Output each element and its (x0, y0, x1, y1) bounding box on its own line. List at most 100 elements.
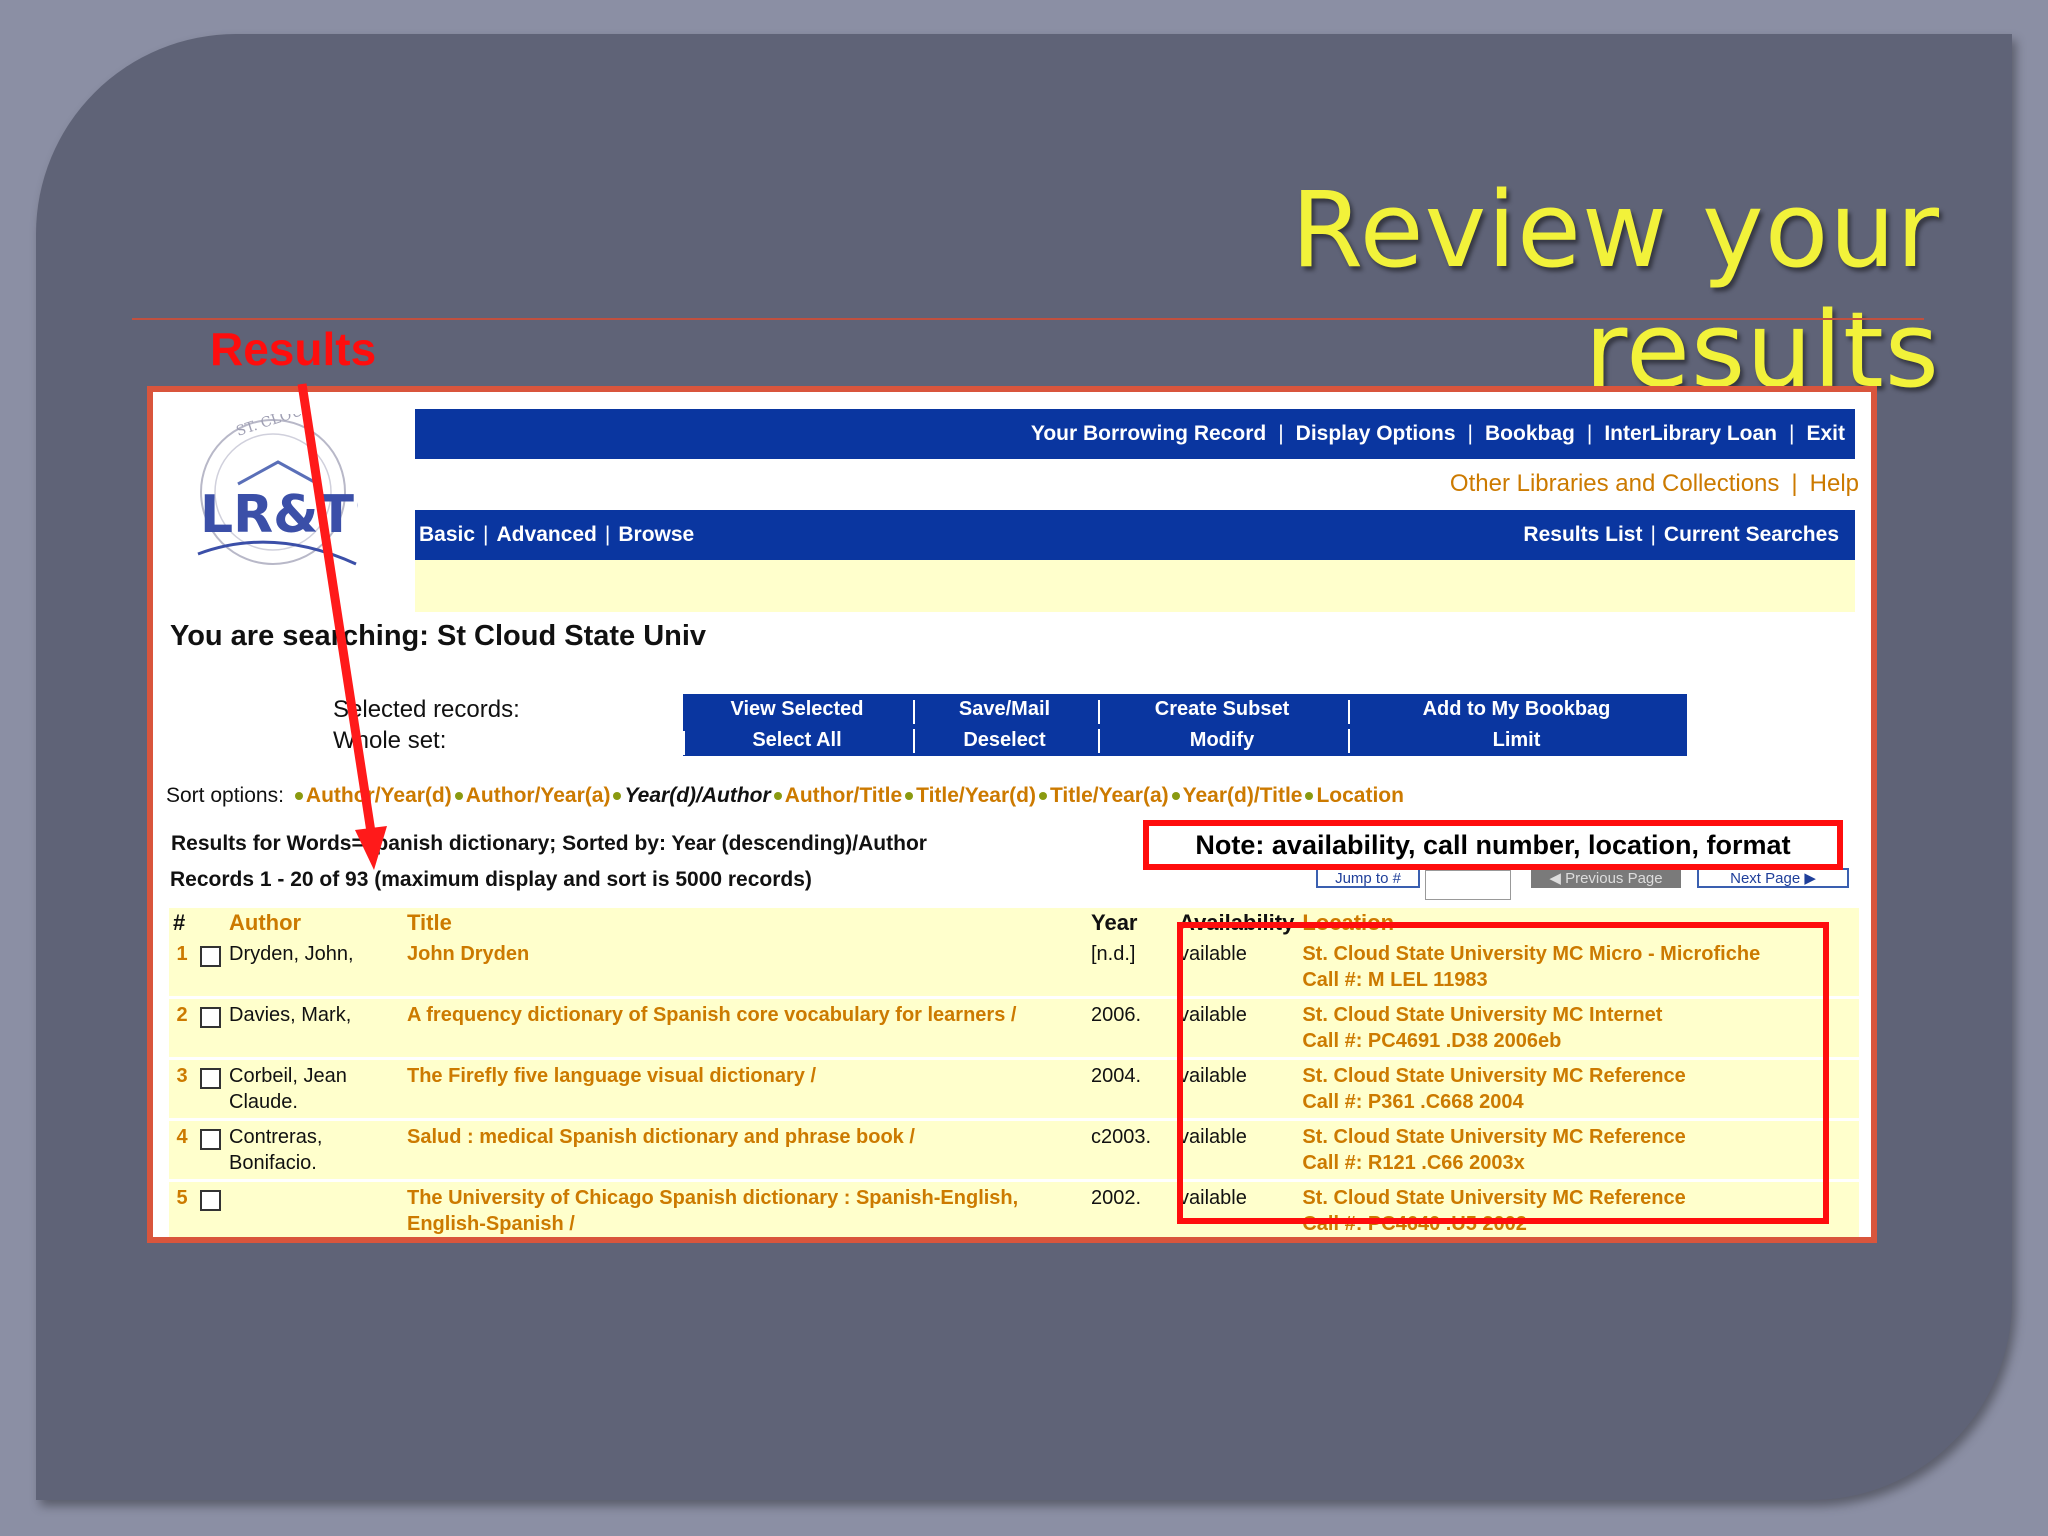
title-link[interactable]: Salud : medical Spanish dictionary and p… (403, 1119, 1087, 1182)
sort-option-title-year-a[interactable]: Title/Year(a) (1036, 784, 1169, 808)
modify-button[interactable]: Modify (1098, 725, 1348, 756)
title-link[interactable]: The Firefly five language visual diction… (403, 1058, 1087, 1121)
location-link[interactable]: St. Cloud State University MC Reference (1302, 1185, 1855, 1211)
nav-link-interlibrary-loan[interactable]: InterLibrary Loan (1604, 422, 1777, 446)
sort-option-year-d-author: Year(d)/Author (610, 784, 771, 808)
create-subset-button[interactable]: Create Subset (1098, 694, 1348, 725)
sort-option-title-year-d[interactable]: Title/Year(d) (902, 784, 1036, 808)
row-checkbox[interactable] (199, 1068, 221, 1089)
previous-arrow-icon: ◀ (1549, 870, 1566, 887)
row-checkbox[interactable] (199, 1190, 221, 1211)
link-help[interactable]: Help (1810, 470, 1859, 498)
year-cell: [n.d.] (1087, 938, 1175, 999)
link-other-libraries-and-collections[interactable]: Other Libraries and Collections (1450, 470, 1780, 498)
sort-option-author-year-a[interactable]: Author/Year(a) (452, 784, 610, 808)
sort-option-label: Title/Year(d) (916, 784, 1036, 807)
sort-options: Sort options: Author/Year(d) Author/Year(… (166, 784, 1404, 808)
nav-separator: | (1586, 422, 1593, 445)
table-row: 2 Davies, Mark, A frequency dictionary of … (169, 997, 1859, 1060)
save-mail-button[interactable]: Save/Mail (913, 694, 1098, 725)
title-divider (132, 318, 1924, 320)
location-link[interactable]: St. Cloud State University MC Internet (1302, 1002, 1855, 1028)
title-link[interactable]: John Dryden (403, 938, 1087, 999)
call-number: Call #: R121 .C66 2003x (1302, 1152, 1525, 1174)
sort-option-author-title[interactable]: Author/Title (771, 784, 902, 808)
search-nav-results-list[interactable]: Results List (1523, 523, 1642, 547)
year-cell: 2006. (1087, 997, 1175, 1060)
search-nav-current-searches[interactable]: Current Searches (1664, 523, 1839, 547)
deselect-button[interactable]: Deselect (913, 725, 1098, 756)
row-select-cell (195, 938, 225, 999)
col-author[interactable]: Author (225, 908, 403, 938)
nav-separator: | (1467, 422, 1473, 445)
sort-options-label: Sort options: (166, 784, 284, 807)
bullet-icon (905, 792, 914, 800)
year-cell: c2003. (1087, 1119, 1175, 1182)
row-checkbox[interactable] (199, 1129, 221, 1150)
nav-link-your-borrowing-record[interactable]: Your Borrowing Record (1031, 422, 1266, 446)
table-row: 4 Contreras, Bonifacio. Salud : medical Sp… (169, 1119, 1859, 1182)
row-checkbox[interactable] (199, 946, 221, 967)
call-number: Call #: M LEL 11983 (1302, 969, 1488, 991)
row-checkbox[interactable] (199, 1007, 221, 1028)
row-select-cell (195, 1180, 225, 1237)
author-cell: Corbeil, Jean Claude. (225, 1058, 403, 1121)
sort-option-location[interactable]: Location (1302, 784, 1404, 808)
message-bar (415, 560, 1855, 612)
row-number: 3 (169, 1058, 195, 1121)
bullet-icon (1171, 792, 1180, 800)
sort-option-year-d-title[interactable]: Year(d)/Title (1169, 784, 1302, 808)
add-to-bookbag-button[interactable]: Add to My Bookbag (1348, 694, 1687, 725)
nav-separator: | (1650, 523, 1656, 546)
col-number: # (169, 908, 195, 938)
records-count: Records 1 - 20 of 93 (maximum display an… (170, 868, 812, 891)
search-nav-advanced[interactable]: Advanced (497, 523, 597, 547)
col-availability: Availability (1175, 908, 1299, 938)
limit-button[interactable]: Limit (1348, 725, 1687, 756)
author-cell: Davies, Mark, (225, 997, 403, 1060)
title-link[interactable]: The University of Chicago Spanish dictio… (403, 1180, 1087, 1237)
location-link[interactable]: St. Cloud State University MC Micro - Mi… (1302, 941, 1855, 967)
logo-arc-text: ST. CLOUD STATE UNIVERSITY (234, 414, 358, 440)
col-year[interactable]: Year (1087, 908, 1175, 938)
record-action-buttons: View Selected Save/Mail Create Subset Ad… (683, 694, 1687, 756)
next-page-button[interactable]: Next Page ▶ (1697, 868, 1849, 888)
bullet-icon (1305, 792, 1314, 800)
bullet-icon (294, 792, 303, 800)
record-actions-labels: Selected records: Whole set: (333, 694, 520, 756)
top-nav-links: Your Borrowing Record | Display Options | Bo… (1031, 409, 1845, 459)
view-selected-button[interactable]: View Selected (683, 694, 913, 725)
nav-link-exit[interactable]: Exit (1806, 422, 1845, 446)
bullet-icon (613, 792, 622, 800)
sort-option-label: Title/Year(a) (1049, 784, 1169, 807)
searching-heading: You are searching: St Cloud State Univ (170, 620, 707, 652)
bullet-icon (773, 792, 782, 800)
whole-set-label: Whole set: (333, 727, 447, 754)
location-link[interactable]: St. Cloud State University MC Reference (1302, 1063, 1855, 1089)
year-cell: 2002. (1087, 1180, 1175, 1237)
top-nav-bar: Your Borrowing Record | Display Options | Bo… (415, 409, 1855, 459)
search-nav-basic[interactable]: Basic (419, 523, 475, 547)
col-title[interactable]: Title (403, 908, 1087, 938)
call-number: Call #: PC4640 .U5 2002 (1302, 1213, 1527, 1235)
previous-page-button[interactable]: ◀ Previous Page (1531, 868, 1681, 888)
results-summary: Results for Words=spanish dictionary; So… (171, 832, 927, 855)
table-row: 5 The University of Chicago Spanish dicti… (169, 1180, 1859, 1237)
search-nav-browse[interactable]: Browse (618, 523, 694, 547)
select-all-button[interactable]: Select All (683, 725, 913, 756)
sort-option-author-year-d[interactable]: Author/Year(d) (292, 784, 452, 808)
title-link[interactable]: A frequency dictionary of Spanish core v… (403, 997, 1087, 1060)
jump-to-button[interactable]: Jump to # (1316, 868, 1420, 888)
col-select (195, 908, 225, 938)
nav-separator: | (1278, 422, 1284, 445)
col-location[interactable]: Location (1298, 908, 1859, 938)
nav-link-display-options[interactable]: Display Options (1296, 422, 1456, 446)
nav-link-bookbag[interactable]: Bookbag (1485, 422, 1575, 446)
location-link[interactable]: St. Cloud State University MC Reference (1302, 1124, 1855, 1150)
sort-option-label: Year(d)/Author (624, 784, 771, 807)
table-row: 3 Corbeil, Jean Claude. The Firefly five l… (169, 1058, 1859, 1121)
jump-to-input[interactable] (1425, 870, 1511, 900)
author-cell: Contreras, Bonifacio. (225, 1119, 403, 1182)
note-callout: Note: availability, call number, locatio… (1143, 820, 1843, 870)
location-cell: St. Cloud State University MC Internet Ca… (1298, 997, 1859, 1060)
